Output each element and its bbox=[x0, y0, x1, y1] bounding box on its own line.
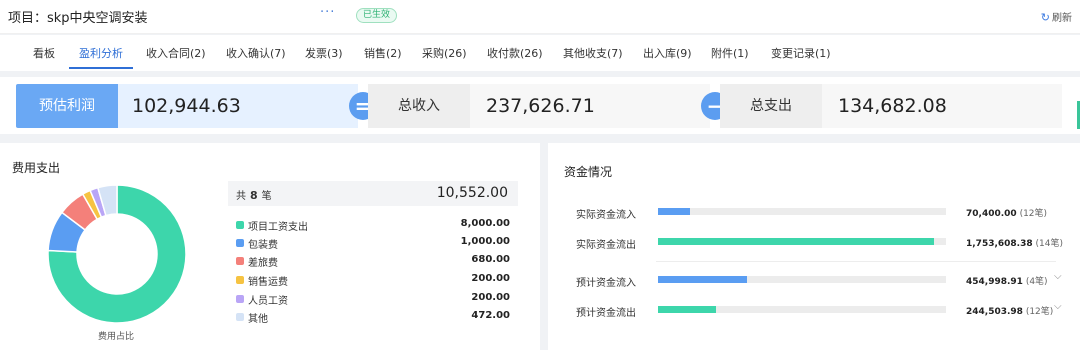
fund-value: 244,503.98 (12笔) bbox=[966, 304, 1053, 317]
fund-amount: 244,503.98 bbox=[966, 307, 1023, 317]
fund-value: 1,753,608.38 (14笔) bbox=[966, 236, 1063, 249]
chevron-down-icon[interactable]: ⌵ bbox=[1054, 301, 1062, 312]
more-options-button[interactable]: ··· bbox=[320, 5, 335, 20]
legend-item: 人员工资 200.00 bbox=[234, 290, 510, 308]
legend-swatch bbox=[236, 221, 244, 229]
legend-name: 其他 bbox=[248, 314, 268, 325]
fund-progress-fill bbox=[658, 306, 716, 313]
active-tab-indicator bbox=[69, 67, 133, 69]
legend-swatch bbox=[236, 257, 244, 265]
project-title: 项目：skp中央空调安装 bbox=[8, 11, 148, 26]
estimated-profit-value: 102,944.63 bbox=[118, 84, 358, 128]
legend-item: 差旅费 680.00 bbox=[234, 252, 510, 270]
tab-inventory[interactable]: 出入库(9) bbox=[643, 45, 692, 61]
tab-attachments[interactable]: 附件(1) bbox=[711, 45, 749, 61]
fund-amount: 1,753,608.38 bbox=[966, 239, 1033, 249]
legend-value: 472.00 bbox=[471, 310, 510, 321]
fund-progress-track bbox=[658, 306, 946, 313]
funds-panel: 资金情况 实际资金流入 70,400.00 (12笔) 实际资金流出 1,753… bbox=[548, 143, 1080, 350]
fund-row: 预计资金流出 244,503.98 (12笔) ⌵ bbox=[548, 301, 1080, 321]
legend-name: 人员工资 bbox=[248, 296, 288, 307]
legend-swatch bbox=[236, 313, 244, 321]
tab-payments[interactable]: 收付款(26) bbox=[487, 45, 543, 61]
chevron-down-icon[interactable]: ⌵ bbox=[1054, 271, 1062, 282]
expense-panel: 费用支出 费用占比 共8笔 10,552.00 项目工资支出 8,000.00 … bbox=[0, 143, 540, 350]
legend-swatch bbox=[236, 295, 244, 303]
tab-purchases[interactable]: 采购(26) bbox=[422, 45, 467, 61]
fund-row: 实际资金流入 70,400.00 (12笔) bbox=[548, 203, 1080, 223]
legend-swatch bbox=[236, 276, 244, 284]
total-income-value: 237,626.71 bbox=[470, 84, 710, 128]
fund-label: 预计资金流入 bbox=[576, 278, 636, 289]
legend-name: 包装费 bbox=[248, 240, 278, 251]
fund-value: 70,400.00 (12笔) bbox=[966, 206, 1047, 219]
count-number: 8 bbox=[250, 189, 258, 202]
legend-name: 差旅费 bbox=[248, 258, 278, 269]
fund-progress-fill bbox=[658, 276, 748, 283]
tab-bar: 看板 盈利分析 收入合同(2) 收入确认(7) 发票(3) 销售(2) 采购(2… bbox=[0, 35, 1080, 71]
donut-caption: 费用占比 bbox=[98, 332, 135, 342]
expense-donut-chart bbox=[47, 184, 187, 324]
funds-title: 资金情况 bbox=[564, 165, 613, 179]
total-income-label: 总收入 bbox=[368, 84, 470, 128]
total-expense-label: 总支出 bbox=[720, 84, 822, 128]
header-bar: 项目：skp中央空调安装 ··· 已生效 ↻ 刷新 bbox=[0, 0, 1080, 34]
profit-summary: 预估利润 102,944.63 = 总收入 237,626.71 − 总支出 1… bbox=[0, 77, 1080, 134]
count-prefix: 共 bbox=[236, 191, 246, 202]
refresh-icon: ↻ bbox=[1040, 11, 1050, 24]
legend-item: 包装费 1,000.00 bbox=[234, 234, 510, 252]
fund-progress-fill bbox=[658, 238, 935, 245]
fund-count: (14笔) bbox=[1035, 239, 1063, 249]
legend-value: 680.00 bbox=[471, 254, 510, 265]
tab-profit-analysis[interactable]: 盈利分析 bbox=[79, 45, 123, 61]
fund-row: 实际资金流出 1,753,608.38 (14笔) bbox=[548, 233, 1080, 253]
expense-total-row: 共8笔 10,552.00 bbox=[228, 181, 518, 206]
fund-count: (12笔) bbox=[1019, 209, 1048, 219]
legend-item: 其他 472.00 bbox=[234, 308, 510, 326]
fund-progress-fill bbox=[658, 208, 690, 215]
fund-amount: 70,400.00 bbox=[966, 209, 1017, 219]
legend-item: 项目工资支出 8,000.00 bbox=[234, 216, 510, 234]
fund-label: 实际资金流出 bbox=[576, 240, 636, 251]
total-expense-value: 134,682.08 bbox=[822, 84, 1062, 128]
legend-name: 销售运费 bbox=[248, 277, 288, 288]
tab-other-transactions[interactable]: 其他收支(7) bbox=[563, 45, 623, 61]
tab-income-contracts[interactable]: 收入合同(2) bbox=[146, 45, 206, 61]
fund-progress-track bbox=[658, 208, 946, 215]
fund-count: (12笔) bbox=[1025, 307, 1054, 317]
legend-value: 200.00 bbox=[471, 273, 510, 284]
funds-divider bbox=[656, 261, 1056, 262]
refresh-label: 刷新 bbox=[1052, 13, 1072, 24]
legend-value: 200.00 bbox=[471, 292, 510, 303]
count-suffix: 笔 bbox=[261, 191, 272, 202]
fund-progress-track bbox=[658, 238, 946, 245]
tab-change-log[interactable]: 变更记录(1) bbox=[771, 45, 831, 61]
fund-value: 454,998.91 (4笔) bbox=[966, 274, 1048, 287]
fund-label: 预计资金流出 bbox=[576, 308, 636, 319]
legend-swatch bbox=[236, 239, 244, 247]
tab-income-confirm[interactable]: 收入确认(7) bbox=[226, 45, 286, 61]
status-badge: 已生效 bbox=[356, 8, 398, 23]
legend-value: 1,000.00 bbox=[460, 236, 510, 247]
estimated-profit-label: 预估利润 bbox=[16, 84, 118, 128]
tab-invoices[interactable]: 发票(3) bbox=[305, 45, 343, 61]
fund-progress-track bbox=[658, 276, 946, 283]
tab-dashboard[interactable]: 看板 bbox=[33, 45, 55, 61]
expense-title: 费用支出 bbox=[12, 161, 61, 175]
fund-row: 预计资金流入 454,998.91 (4笔) ⌵ bbox=[548, 271, 1080, 291]
fund-label: 实际资金流入 bbox=[576, 210, 636, 221]
legend-value: 8,000.00 bbox=[460, 218, 510, 229]
fund-amount: 454,998.91 bbox=[966, 277, 1023, 287]
expense-count: 共8笔 bbox=[236, 187, 272, 202]
tab-sales[interactable]: 销售(2) bbox=[364, 45, 402, 61]
legend-name: 项目工资支出 bbox=[248, 222, 308, 233]
legend-item: 销售运费 200.00 bbox=[234, 271, 510, 289]
refresh-button[interactable]: ↻ 刷新 bbox=[1041, 9, 1072, 24]
fund-count: (4笔) bbox=[1025, 277, 1048, 287]
expense-total-amount: 10,552.00 bbox=[436, 185, 508, 201]
